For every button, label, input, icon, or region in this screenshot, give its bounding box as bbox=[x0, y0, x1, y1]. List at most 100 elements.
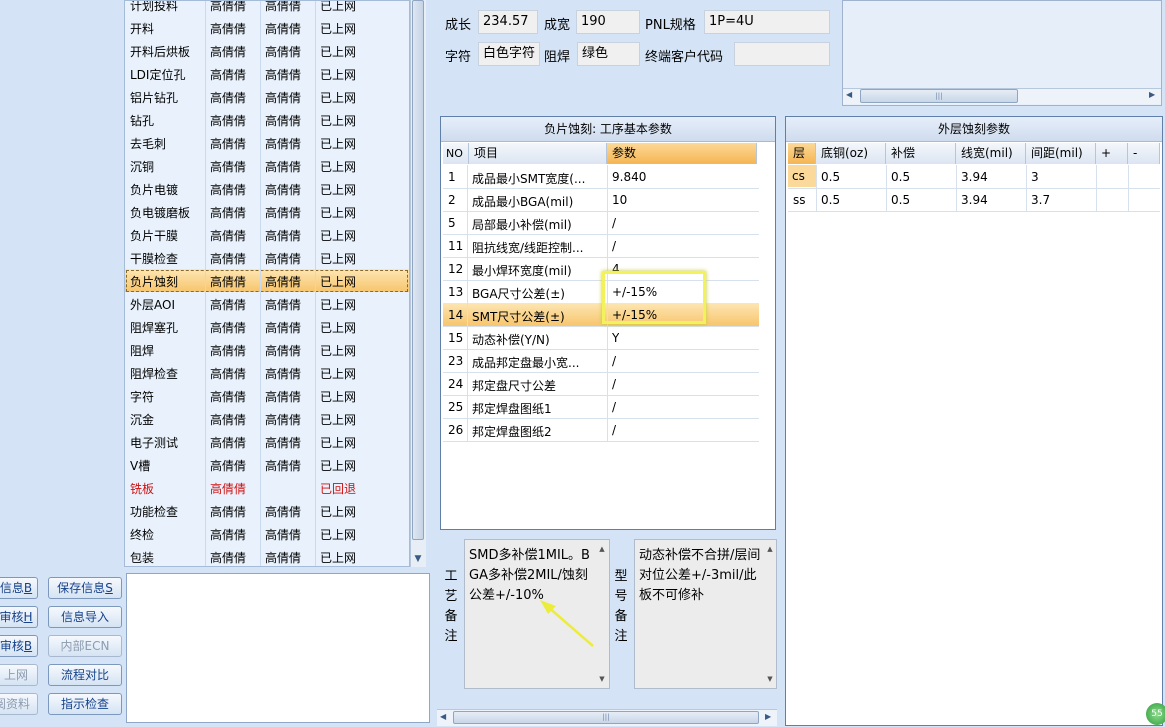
process-row[interactable]: 外层AOI 高倩倩 高倩倩 已上网 bbox=[125, 292, 409, 316]
docs-button[interactable]: 阅资料 bbox=[0, 693, 38, 715]
scroll-left-icon[interactable]: ◀ bbox=[440, 712, 446, 721]
save-info-button[interactable]: 保存信息S bbox=[48, 577, 122, 599]
param-no: 25 bbox=[448, 400, 464, 414]
review2-button[interactable]: 审核B bbox=[0, 635, 38, 657]
process-row[interactable]: 负电镀磨板 高倩倩 高倩倩 已上网 bbox=[125, 200, 409, 224]
process-row[interactable]: 干膜检查 高倩倩 高倩倩 已上网 bbox=[125, 246, 409, 270]
process-row[interactable]: LDI定位孔 高倩倩 高倩倩 已上网 bbox=[125, 62, 409, 86]
operator-cell: 高倩倩 bbox=[210, 367, 247, 381]
process-list: 计划投料 高倩倩 高倩倩 已上网 开料 高倩倩 高倩倩 已上网 开料后烘板 高倩倩 高倩倩 已上网 LD… bbox=[124, 0, 410, 567]
process-list-scroll-thumb[interactable] bbox=[412, 0, 424, 540]
process-row[interactable]: V槽 高倩倩 高倩倩 已上网 bbox=[125, 453, 409, 477]
scroll-right-icon[interactable]: ▶ bbox=[1149, 90, 1155, 99]
process-row[interactable]: 铝片钻孔 高倩倩 高倩倩 已上网 bbox=[125, 85, 409, 109]
param-row[interactable]: 26 邦定焊盘图纸2 / bbox=[443, 418, 759, 442]
model-remark-text[interactable]: 动态补偿不合拼/层间对位公差+/-3mil/此板不可修补 bbox=[634, 539, 777, 689]
column-divider bbox=[315, 1, 316, 16]
top-right-scroll-thumb[interactable]: ||| bbox=[860, 89, 1018, 103]
add-column-button[interactable]: + bbox=[1096, 143, 1128, 164]
param-row[interactable]: 11 阻抗线宽/线距控制... / bbox=[443, 234, 759, 258]
scroll-left-icon[interactable]: ◀ bbox=[846, 90, 852, 99]
process-row[interactable]: 功能检查 高倩倩 高倩倩 已上网 bbox=[125, 499, 409, 523]
process-row[interactable]: 沉铜 高倩倩 高倩倩 已上网 bbox=[125, 154, 409, 178]
operator-cell: 高倩倩 bbox=[210, 91, 247, 105]
scroll-up-icon[interactable]: ▲ bbox=[764, 545, 776, 553]
review-button[interactable]: 审核H bbox=[0, 606, 38, 628]
status-cell: 已上网 bbox=[320, 528, 357, 542]
col-header-line-width[interactable]: 线宽(mil) bbox=[956, 143, 1026, 164]
operator-cell: 高倩倩 bbox=[210, 68, 247, 82]
process-row[interactable]: 字符 高倩倩 高倩倩 已上网 bbox=[125, 384, 409, 408]
param-row[interactable]: 13 BGA尺寸公差(±) +/-15% bbox=[443, 280, 759, 304]
process-row[interactable]: 去毛刺 高倩倩 高倩倩 已上网 bbox=[125, 131, 409, 155]
flow-compare-button[interactable]: 流程对比 bbox=[48, 664, 122, 686]
char-field[interactable]: 白色字符 bbox=[478, 42, 540, 66]
status-cell: 已上网 bbox=[320, 436, 357, 450]
column-divider bbox=[315, 177, 316, 200]
scroll-down-icon[interactable]: ▼ bbox=[596, 675, 608, 683]
status-cell: 已上网 bbox=[320, 390, 357, 404]
process-row[interactable]: 开料后烘板 高倩倩 高倩倩 已上网 bbox=[125, 39, 409, 63]
param-item: SMT尺寸公差(±) bbox=[472, 310, 565, 324]
scroll-right-icon[interactable]: ▶ bbox=[765, 712, 771, 721]
process-row[interactable]: 铣板 高倩倩 已回退 bbox=[125, 476, 409, 500]
remarks-scroll-thumb[interactable]: ||| bbox=[453, 711, 759, 724]
process-row[interactable]: 钻孔 高倩倩 高倩倩 已上网 bbox=[125, 108, 409, 132]
status-cell: 已上网 bbox=[320, 206, 357, 220]
info-button[interactable]: 信息B bbox=[0, 577, 38, 599]
solder-mask-field[interactable]: 绿色 bbox=[577, 42, 640, 66]
col-header-value[interactable]: 参数 bbox=[607, 143, 757, 164]
process-name: 负片蚀刻 bbox=[130, 275, 179, 289]
process-row[interactable]: 负片干膜 高倩倩 高倩倩 已上网 bbox=[125, 223, 409, 247]
reviewer-cell: 高倩倩 bbox=[265, 137, 302, 151]
col-header-base-copper[interactable]: 底铜(oz) bbox=[816, 143, 886, 164]
customer-code-field[interactable] bbox=[734, 42, 830, 66]
import-info-button[interactable]: 信息导入 bbox=[48, 606, 122, 628]
param-item: 局部最小补偿(mil) bbox=[472, 218, 572, 232]
indicate-check-button[interactable]: 指示检查 bbox=[48, 693, 122, 715]
scroll-up-icon[interactable]: ▲ bbox=[596, 545, 608, 553]
col-header-no[interactable]: NO bbox=[443, 143, 469, 164]
status-cell: 已上网 bbox=[320, 321, 357, 335]
scroll-down-icon[interactable]: ▼ bbox=[764, 675, 776, 683]
upload-button[interactable]: 上网 bbox=[0, 664, 38, 686]
column-divider bbox=[205, 223, 206, 246]
param-row[interactable]: 23 成品邦定盘最小宽... / bbox=[443, 349, 759, 373]
param-row[interactable]: 15 动态补偿(Y/N) Y bbox=[443, 326, 759, 350]
memo-textbox[interactable] bbox=[126, 573, 430, 723]
process-row[interactable]: 负片电镀 高倩倩 高倩倩 已上网 bbox=[125, 177, 409, 201]
process-row[interactable]: 阻焊检查 高倩倩 高倩倩 已上网 bbox=[125, 361, 409, 385]
process-row[interactable]: 阻焊 高倩倩 高倩倩 已上网 bbox=[125, 338, 409, 362]
width-field[interactable]: 190 bbox=[576, 10, 640, 34]
remove-column-button[interactable]: - bbox=[1128, 143, 1160, 164]
process-row[interactable]: 沉金 高倩倩 高倩倩 已上网 bbox=[125, 407, 409, 431]
length-field[interactable]: 234.57 bbox=[478, 10, 538, 34]
col-header-spacing[interactable]: 间距(mil) bbox=[1026, 143, 1096, 164]
process-row[interactable]: 计划投料 高倩倩 高倩倩 已上网 bbox=[125, 1, 409, 17]
param-row[interactable]: 14 SMT尺寸公差(±) +/-15% bbox=[443, 303, 759, 327]
pnl-spec-field[interactable]: 1P=4U bbox=[704, 10, 830, 34]
scroll-down-icon[interactable]: ▼ bbox=[410, 551, 426, 567]
process-row[interactable]: 开料 高倩倩 高倩倩 已上网 bbox=[125, 16, 409, 40]
param-row[interactable]: 5 局部最小补偿(mil) / bbox=[443, 211, 759, 235]
outer-row[interactable]: cs 0.5 0.5 3.94 3 bbox=[788, 165, 1160, 189]
status-cell: 已回退 bbox=[320, 482, 357, 496]
col-header-item[interactable]: 项目 bbox=[469, 143, 607, 164]
internal-ecn-button[interactable]: 内部ECN bbox=[48, 635, 122, 657]
param-no: 15 bbox=[448, 331, 464, 345]
process-row[interactable]: 终检 高倩倩 高倩倩 已上网 bbox=[125, 522, 409, 546]
param-row[interactable]: 25 邦定焊盘图纸1 / bbox=[443, 395, 759, 419]
reviewer-cell: 高倩倩 bbox=[265, 436, 302, 450]
col-header-compensation[interactable]: 补偿 bbox=[886, 143, 956, 164]
process-row[interactable]: 负片蚀刻 高倩倩 高倩倩 已上网 bbox=[125, 269, 409, 293]
param-row[interactable]: 2 成品最小BGA(mil) 10 bbox=[443, 188, 759, 212]
param-row[interactable]: 12 最小焊环宽度(mil) 4 bbox=[443, 257, 759, 281]
process-row[interactable]: 包装 高倩倩 高倩倩 已上网 bbox=[125, 545, 409, 566]
param-row[interactable]: 1 成品最小SMT宽度(... 9.840 bbox=[443, 165, 759, 189]
process-row[interactable]: 电子测试 高倩倩 高倩倩 已上网 bbox=[125, 430, 409, 454]
process-row[interactable]: 阻焊塞孔 高倩倩 高倩倩 已上网 bbox=[125, 315, 409, 339]
col-header-layer[interactable]: 层 bbox=[788, 143, 816, 164]
column-divider bbox=[205, 338, 206, 361]
outer-row[interactable]: ss 0.5 0.5 3.94 3.7 bbox=[788, 188, 1160, 212]
param-row[interactable]: 24 邦定盘尺寸公差 / bbox=[443, 372, 759, 396]
